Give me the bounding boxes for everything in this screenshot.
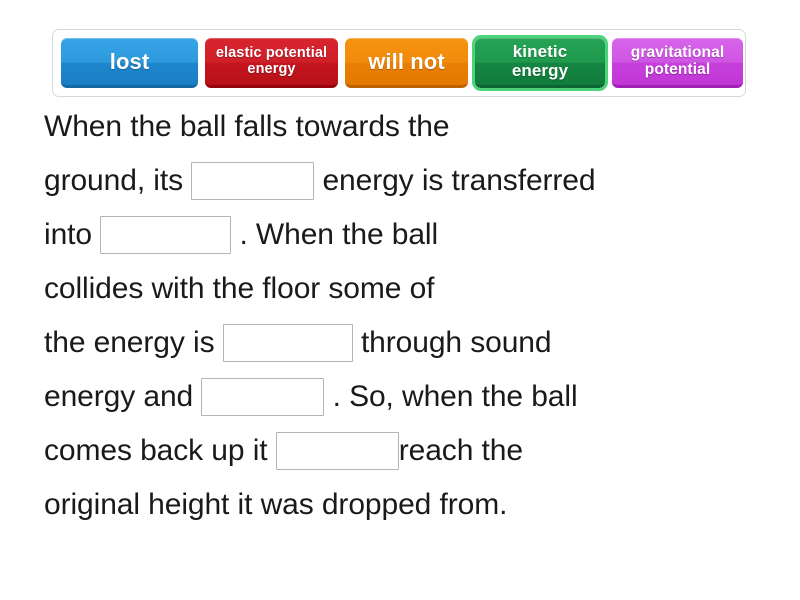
word-tile-lost[interactable]: lost <box>61 38 198 88</box>
sentence-line-2: ground, its energy is transferred <box>44 154 774 208</box>
sentence-text: original height it was dropped from. <box>44 488 508 521</box>
sentence-line-1: When the ball falls towards the <box>44 100 774 154</box>
sentence-line-7: comes back up it reach the <box>44 424 774 478</box>
drop-blank-1[interactable] <box>191 162 315 200</box>
sentence-text: . When the ball <box>231 218 439 251</box>
sentence-body: When the ball falls towards the ground, … <box>44 100 774 532</box>
sentence-line-8: original height it was dropped from. <box>44 478 774 532</box>
drop-blank-4[interactable] <box>201 378 325 416</box>
sentence-line-3: into . When the ball <box>44 208 774 262</box>
sentence-line-5: the energy is through sound <box>44 316 774 370</box>
sentence-text: energy and <box>44 380 202 413</box>
drop-blank-3[interactable] <box>222 324 353 362</box>
sentence-line-4: collides with the floor some of <box>44 262 774 316</box>
drop-blank-2[interactable] <box>100 216 232 254</box>
fill-in-the-blank-activity: lost elastic potential energy will not k… <box>0 0 800 600</box>
sentence-text: . So, when the ball <box>324 380 578 413</box>
sentence-text: into <box>44 218 101 251</box>
sentence-line-6: energy and . So, when the ball <box>44 370 774 424</box>
word-tile-will-not[interactable]: will not <box>345 38 468 88</box>
sentence-text: collides with the floor some of <box>44 272 435 305</box>
sentence-text: the energy is <box>44 326 223 359</box>
sentence-text: ground, its <box>44 164 192 197</box>
word-tile-gravitational-potential[interactable]: gravitational potential <box>612 38 743 88</box>
word-tile-elastic-potential-energy[interactable]: elastic potential energy <box>205 38 338 88</box>
sentence-text: energy is transferred <box>314 164 596 197</box>
word-bank: lost elastic potential energy will not k… <box>52 29 746 97</box>
drop-blank-5[interactable] <box>275 432 399 470</box>
sentence-text: When the ball falls towards the <box>44 110 450 143</box>
word-tile-kinetic-energy[interactable]: kinetic energy <box>472 35 608 91</box>
sentence-text: comes back up it <box>44 434 276 467</box>
sentence-text: through sound <box>352 326 552 359</box>
sentence-text: reach the <box>398 434 523 467</box>
